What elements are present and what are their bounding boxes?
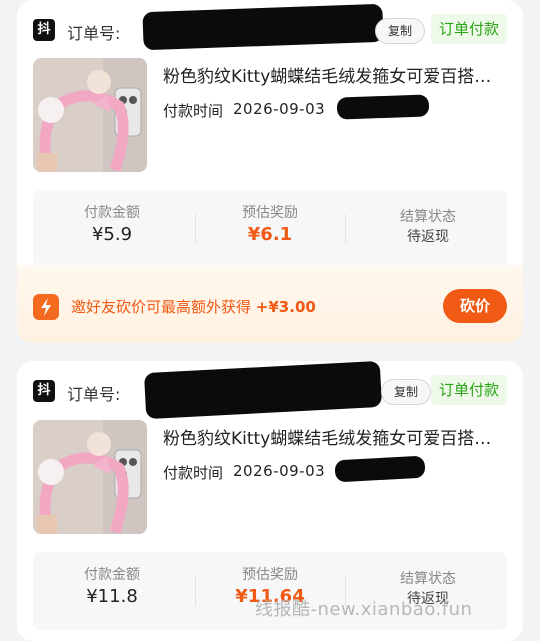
redacted-order-number bbox=[143, 361, 383, 420]
douyin-badge-icon: 抖 bbox=[33, 19, 55, 41]
order-stats: 付款金额 ¥5.9 预估奖励 ¥6.1 结算状态 待返现 bbox=[33, 190, 507, 268]
bargain-amount: +¥3.00 bbox=[255, 298, 316, 316]
redacted-pay-time bbox=[336, 94, 430, 120]
stat-estimated-reward: 预估奖励 ¥6.1 bbox=[191, 190, 349, 268]
stat-label: 付款金额 bbox=[84, 567, 140, 583]
stat-label: 预估奖励 bbox=[242, 567, 298, 583]
product-title[interactable]: 粉色豹纹Kitty蝴蝶结毛绒发箍女可爱百搭… bbox=[163, 424, 511, 449]
pay-time-value: 2026-09-03 bbox=[233, 462, 326, 480]
order-header: 抖 订单号: 复制 订单付款 bbox=[33, 3, 507, 51]
stat-pay-amount: 付款金额 ¥5.9 bbox=[33, 190, 191, 268]
stat-pay-amount: 付款金额 ¥11.8 bbox=[33, 552, 191, 630]
order-number-label: 订单号: bbox=[67, 385, 121, 404]
watermark: 线报酷-new.xianbao.fun bbox=[255, 599, 473, 620]
product-image bbox=[33, 58, 147, 172]
order-card: 抖 订单号: 复制 订单付款 粉色豹纹Kitty蝴蝶结毛绒发箍女可爱百搭… 付款… bbox=[17, 0, 523, 343]
copy-order-button[interactable]: 复制 bbox=[375, 18, 426, 44]
pay-time-value: 2026-09-03 bbox=[233, 100, 326, 118]
douyin-badge-icon: 抖 bbox=[33, 380, 55, 402]
pay-time-label: 付款时间 bbox=[163, 464, 224, 482]
redacted-pay-time bbox=[334, 455, 426, 483]
copy-order-button[interactable]: 复制 bbox=[381, 379, 432, 405]
lightning-bolt-icon bbox=[33, 294, 59, 320]
stat-label: 结算状态 bbox=[400, 209, 456, 225]
order-status-tag: 订单付款 bbox=[430, 14, 507, 44]
bargain-text: 邀好友砍价可最高额外获得 +¥3.00 bbox=[71, 296, 316, 317]
stat-label: 结算状态 bbox=[400, 571, 456, 587]
product-thumbnail[interactable] bbox=[33, 58, 147, 172]
redacted-order-number bbox=[142, 3, 384, 51]
order-header: 抖 订单号: 复制 订单付款 bbox=[33, 361, 507, 420]
stat-value: 待返现 bbox=[407, 229, 449, 245]
stat-value: ¥11.8 bbox=[86, 586, 138, 607]
bargain-message: 邀好友砍价可最高额外获得 bbox=[71, 298, 252, 316]
order-number-label: 订单号: bbox=[67, 24, 121, 43]
stat-label: 预估奖励 bbox=[242, 205, 298, 221]
product-thumbnail[interactable] bbox=[33, 420, 147, 534]
bargain-banner: 邀好友砍价可最高额外获得 +¥3.00 砍价 bbox=[17, 265, 523, 343]
product-title[interactable]: 粉色豹纹Kitty蝴蝶结毛绒发箍女可爱百搭… bbox=[163, 62, 511, 87]
pay-time-label: 付款时间 bbox=[163, 102, 224, 120]
bargain-button[interactable]: 砍价 bbox=[443, 289, 507, 323]
product-image bbox=[33, 420, 147, 534]
stat-value: ¥5.9 bbox=[91, 224, 133, 245]
order-status-tag: 订单付款 bbox=[430, 375, 507, 405]
stat-value: ¥6.1 bbox=[247, 224, 293, 245]
stat-settlement-status: 结算状态 待返现 bbox=[349, 190, 507, 268]
stat-label: 付款金额 bbox=[84, 205, 140, 221]
divider bbox=[345, 214, 346, 244]
